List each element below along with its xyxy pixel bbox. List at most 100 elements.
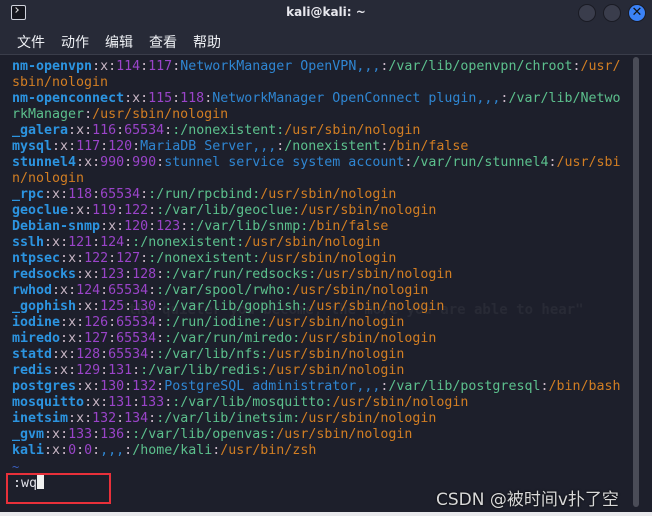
username: _rpc (12, 187, 45, 202)
separator: : (60, 331, 69, 346)
passwd-line: postgres:x:130:132:PostgreSQL administra… (12, 379, 628, 395)
separator: : (44, 187, 53, 202)
separator: : (92, 427, 101, 442)
separator: : (52, 347, 61, 362)
separator: : (156, 299, 165, 314)
uid: 126 (84, 315, 109, 330)
shell: /usr/sbin/nologin (300, 203, 437, 218)
shell: /usr/sbin/nologin (300, 411, 437, 426)
menu-help[interactable]: 帮助 (193, 32, 221, 52)
username: miredo (12, 331, 61, 346)
separator: : (156, 331, 165, 346)
home-dir: /var/lib/geoclue (164, 203, 293, 218)
gid: 65534 (108, 283, 149, 298)
username: Debian-snmp (12, 219, 101, 234)
home-dir: /home/kali (132, 443, 213, 458)
menu-file[interactable]: 文件 (17, 32, 45, 52)
passwd-line: mysql:x:117:120:MariaDB Server,,,:/nonex… (12, 139, 628, 155)
separator: : (76, 443, 85, 458)
password: x (52, 427, 61, 442)
gid: 65534 (100, 187, 141, 202)
separator: : (124, 427, 133, 442)
password: x (52, 443, 61, 458)
home-dir: /run/rpcbind (156, 187, 253, 202)
separator: : (148, 187, 157, 202)
passwd-line: ntpsec:x:122:127::/nonexistent:/usr/sbin… (12, 251, 628, 267)
shell: /usr/bin/zsh (220, 443, 317, 458)
gid: 65534 (108, 347, 149, 362)
minimize-button[interactable] (578, 4, 596, 22)
separator: : (92, 443, 101, 458)
uid: 132 (92, 411, 117, 426)
separator: : (164, 267, 173, 282)
gid: 65534 (116, 315, 157, 330)
close-button[interactable]: ✕ (628, 4, 646, 22)
separator: : (60, 427, 69, 442)
separator: : (140, 91, 149, 106)
passwd-line: _rpc:x:118:65534::/run/rpcbind:/usr/sbin… (12, 187, 628, 203)
separator: : (180, 219, 189, 234)
scrollbar[interactable] (633, 57, 639, 507)
home-dir: /var/lib/redis (148, 363, 261, 378)
password: x (108, 219, 117, 234)
gid: 128 (132, 267, 157, 282)
separator: : (148, 411, 157, 426)
uid: 125 (100, 299, 125, 314)
gecos: MariaDB Server,,, (140, 139, 277, 154)
maximize-button[interactable] (603, 4, 621, 22)
shell: /bin/false (388, 139, 469, 154)
separator: : (124, 267, 133, 282)
separator: : (172, 59, 181, 74)
separator: : (124, 379, 133, 394)
title-bar: kali@kali: ~ ✕ (0, 0, 652, 27)
username: redis (12, 363, 53, 378)
separator: : (76, 379, 85, 394)
gid: 133 (140, 395, 165, 410)
separator: : (68, 411, 77, 426)
uid: 121 (68, 235, 93, 250)
username: nm-openconnect (12, 91, 125, 106)
separator: : (164, 395, 173, 410)
uid: 129 (76, 363, 101, 378)
password: x (84, 299, 93, 314)
separator: : (156, 315, 165, 330)
passwd-line: Debian-snmp:x:120:123::/var/lib/snmp:/bi… (12, 219, 628, 235)
separator: : (68, 123, 77, 138)
menu-view[interactable]: 查看 (149, 32, 177, 52)
shell: /usr/sbin/nologin (316, 267, 453, 282)
passwd-line: _gophish:x:125:130::/var/lib/gophish:/us… (12, 299, 628, 315)
separator: : (84, 203, 93, 218)
uid: 131 (108, 395, 133, 410)
password: x (132, 91, 141, 106)
separator: : (140, 363, 149, 378)
separator: : (84, 123, 93, 138)
separator: : (132, 139, 141, 154)
shell: /usr/sbin/nologin (308, 299, 445, 314)
gid: 65534 (124, 123, 165, 138)
password: x (60, 139, 69, 154)
gid: 990 (132, 155, 157, 170)
menu-action[interactable]: 动作 (61, 32, 89, 52)
passwd-line: geoclue:x:119:122::/var/lib/geoclue:/usr… (12, 203, 628, 219)
uid: 114 (116, 59, 141, 74)
username: postgres (12, 379, 77, 394)
separator: : (100, 139, 109, 154)
separator: : (172, 91, 181, 106)
separator: : (44, 235, 53, 250)
home-dir: /var/spool/rwho (164, 283, 285, 298)
username: iodine (12, 315, 61, 330)
separator: : (92, 379, 101, 394)
separator: : (156, 379, 165, 394)
passwd-line: iodine:x:126:65534::/run/iodine:/usr/sbi… (12, 315, 628, 331)
separator: : (84, 411, 93, 426)
home-dir: /var/lib/postgresql (388, 379, 541, 394)
shell: /usr/sbin/nologin (260, 187, 397, 202)
terminal-area[interactable]: "the quieter you become, the more you ar… (0, 55, 652, 512)
menu-edit[interactable]: 编辑 (105, 32, 133, 52)
gid: 131 (108, 363, 133, 378)
passwd-line: stunnel4:x:990:990:stunnel service syste… (12, 155, 628, 187)
separator: : (132, 235, 141, 250)
separator: : (124, 443, 133, 458)
separator: : (148, 283, 157, 298)
separator: : (76, 155, 85, 170)
